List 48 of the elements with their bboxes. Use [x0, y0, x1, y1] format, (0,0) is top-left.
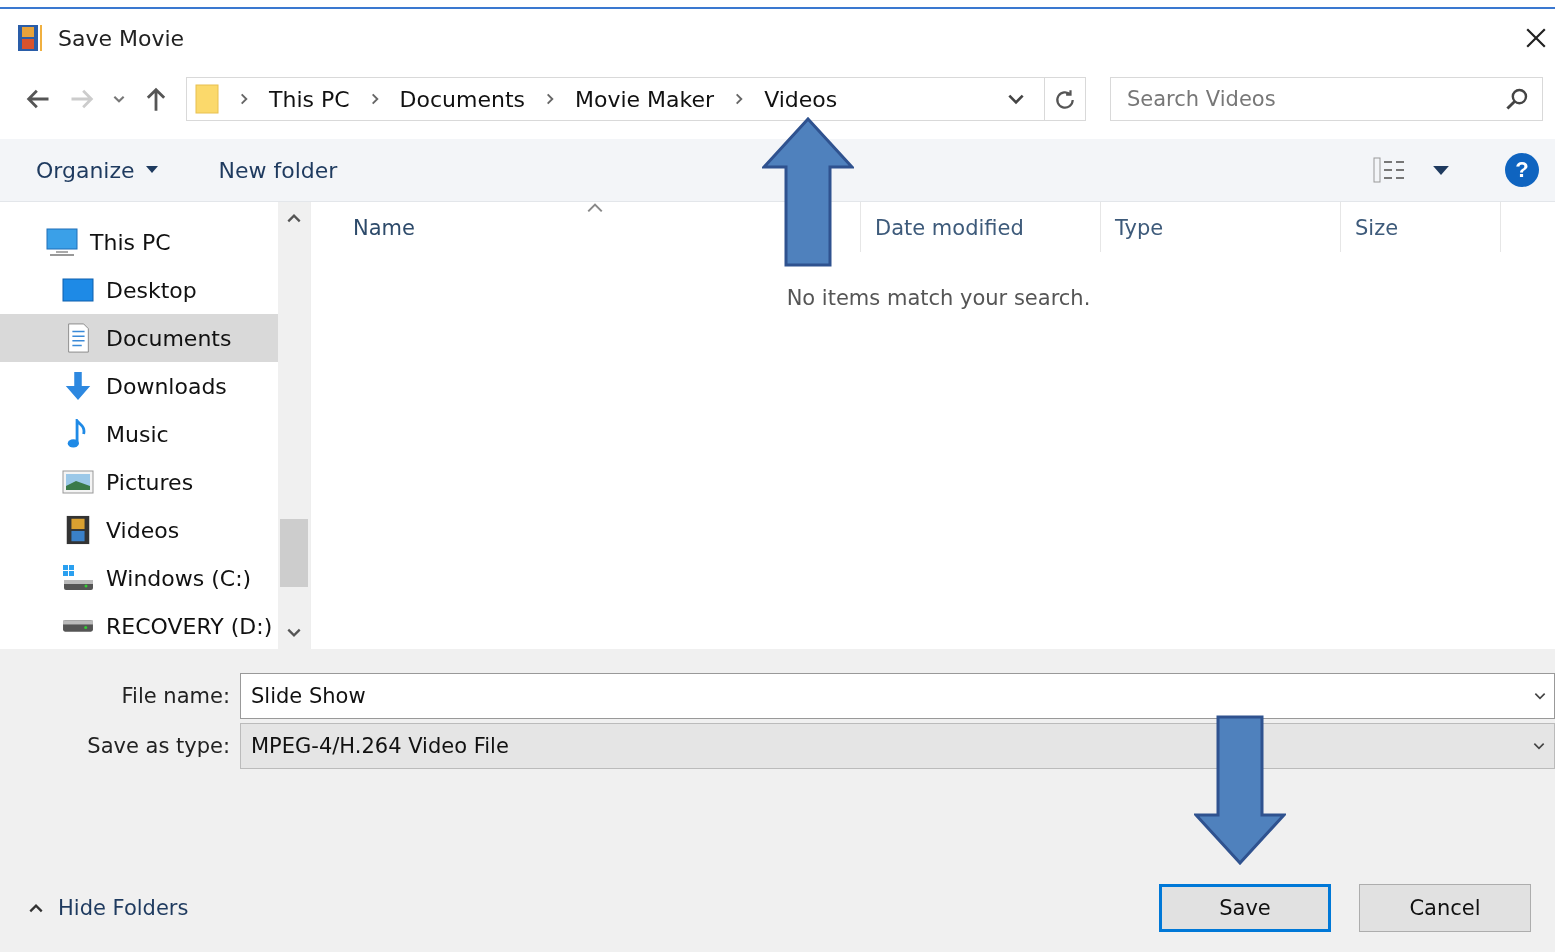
address-bar[interactable]: This PC Documents Movie Maker Videos [186, 77, 1086, 121]
search-icon [1505, 87, 1529, 111]
tree-item[interactable]: Music [0, 410, 278, 458]
organize-button[interactable]: Organize [22, 151, 173, 189]
tree-item[interactable]: Videos [0, 506, 278, 554]
tree-item[interactable]: Desktop [0, 266, 278, 314]
folder-icon [195, 84, 219, 114]
refresh-icon [1054, 88, 1076, 110]
window-title: Save Movie [58, 25, 185, 51]
search-field[interactable]: Search Videos [1110, 77, 1543, 121]
breadcrumb-item[interactable]: This PC [269, 86, 350, 112]
caret-down-icon [144, 166, 159, 174]
column-header[interactable]: Date modified [861, 202, 1101, 252]
breadcrumb-item[interactable]: Documents [399, 86, 525, 112]
breadcrumb-item[interactable]: Movie Maker [575, 86, 715, 112]
new-folder-button[interactable]: New folder [204, 151, 352, 189]
file-name-label: File name: [120, 684, 231, 708]
caret-down-icon[interactable] [1433, 165, 1449, 175]
file-name-field[interactable]: Slide Show [240, 673, 1555, 719]
film-icon [16, 24, 44, 52]
save-button[interactable]: Save [1159, 884, 1331, 932]
save-as-type-dropdown[interactable]: MPEG-4/H.264 Video File [240, 723, 1555, 769]
cancel-button[interactable]: Cancel [1359, 884, 1531, 932]
column-header[interactable]: Type [1101, 202, 1341, 252]
tree-item[interactable]: Documents [0, 314, 278, 362]
save-as-type-label: Save as type: [86, 734, 231, 758]
close-icon[interactable] [1525, 27, 1547, 49]
help-button[interactable]: ? [1505, 153, 1539, 187]
scrollbar-thumb[interactable] [280, 519, 308, 587]
chevron-up-icon [28, 902, 44, 914]
tree-item[interactable]: Pictures [0, 458, 278, 506]
system-drive-icon [62, 563, 94, 593]
sort-caret-icon [585, 202, 604, 214]
scrollbar[interactable] [278, 202, 310, 649]
hide-folders-button[interactable]: Hide Folders [22, 895, 195, 921]
tree-item[interactable]: Downloads [0, 362, 278, 410]
chevron-down-icon[interactable] [286, 627, 302, 639]
picture-icon [62, 467, 94, 497]
empty-message: No items match your search. [785, 285, 1092, 310]
monitor-icon [46, 227, 78, 257]
chevron-up-icon[interactable] [286, 212, 302, 224]
desktop-icon [62, 275, 94, 305]
tree-item[interactable]: Windows (C:) [0, 554, 278, 602]
tree-item[interactable]: RECOVERY (D:) [0, 602, 278, 650]
view-options-icon[interactable] [1373, 157, 1407, 183]
column-header[interactable]: Size [1341, 202, 1501, 252]
tree-item[interactable]: This PC [0, 218, 278, 266]
breadcrumb-item[interactable]: Videos [764, 86, 838, 112]
